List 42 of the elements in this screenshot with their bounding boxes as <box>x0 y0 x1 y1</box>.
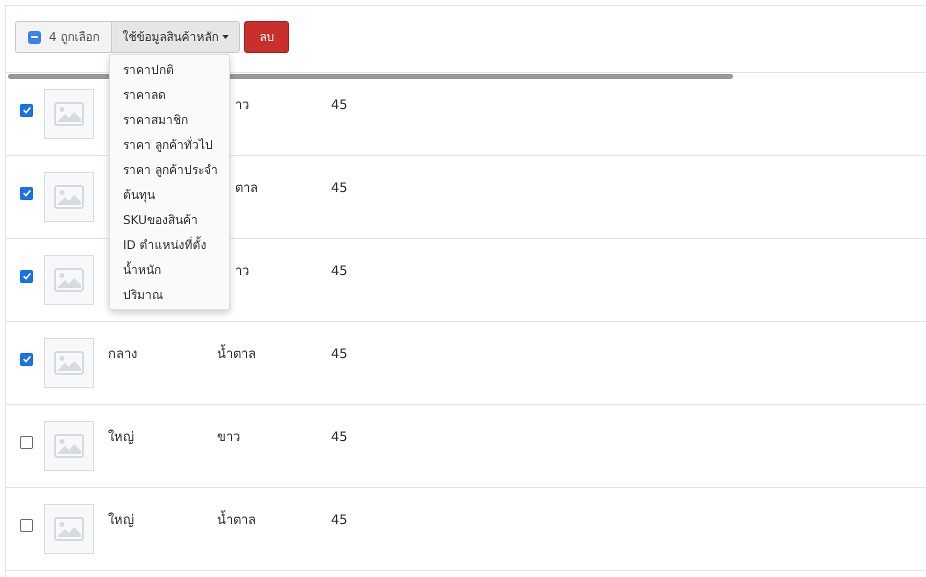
checkbox[interactable] <box>20 352 33 366</box>
scrollbar[interactable] <box>8 74 733 79</box>
table-cell: าว <box>235 264 249 280</box>
menu-item[interactable]: ราคาลด <box>110 82 229 107</box>
table-cell: 45 <box>331 430 348 446</box>
checkbox[interactable] <box>20 436 33 448</box>
menu-item[interactable]: SKUของสินค้า <box>110 207 229 232</box>
menu-item[interactable]: ราคาสมาชิก <box>110 107 229 132</box>
table-cell: ตาล <box>235 181 258 196</box>
checkbox[interactable] <box>20 104 33 116</box>
selection-control[interactable]: 4 ถูกเลือก <box>15 21 112 53</box>
table-cell: ใหญ่ <box>108 513 134 528</box>
image-placeholder-icon <box>44 255 94 305</box>
table-cell: 45 <box>331 513 348 528</box>
checkbox[interactable] <box>20 186 33 200</box>
image-placeholder-icon <box>44 338 94 388</box>
caret-icon <box>222 35 230 39</box>
table-cell: 45 <box>331 181 348 196</box>
table-cell: 45 <box>331 98 348 114</box>
menu-item[interactable]: ราคาปกติ <box>110 57 229 82</box>
menu-item[interactable]: ต้นทุน <box>110 182 229 207</box>
checkbox[interactable] <box>20 270 33 282</box>
delete-button[interactable]: ลบ <box>244 21 290 53</box>
selection-count: 4 ถูกเลือก <box>49 29 100 46</box>
table-cell: 45 <box>331 347 348 362</box>
menu-item[interactable]: น้ำหนัก <box>110 257 229 282</box>
image-placeholder-icon <box>44 504 94 554</box>
menu-item[interactable]: ปริมาณ <box>110 282 229 307</box>
use-master-data-dropdown[interactable]: ใช้ข้อมูลสินค้าหลัก <box>112 21 240 53</box>
image-placeholder-icon <box>44 172 94 222</box>
table-cell: ใหญ่ <box>108 430 134 446</box>
checkbox[interactable] <box>20 518 33 532</box>
image-placeholder-icon <box>44 421 94 471</box>
image-placeholder-icon <box>44 89 94 139</box>
table-cell: กลาง <box>108 347 137 362</box>
table-cell: 45 <box>331 264 348 280</box>
menu-item[interactable]: ID ตำแหน่งที่ตั้ง <box>110 232 229 257</box>
menu-item[interactable]: ราคา ลูกค้าประจำ <box>110 157 229 182</box>
menu-item[interactable]: ราคา ลูกค้าทั่วไป <box>110 132 229 157</box>
table-cell: ขาว <box>217 430 240 446</box>
table-cell: าว <box>235 98 249 114</box>
checkbox[interactable] <box>28 30 41 44</box>
